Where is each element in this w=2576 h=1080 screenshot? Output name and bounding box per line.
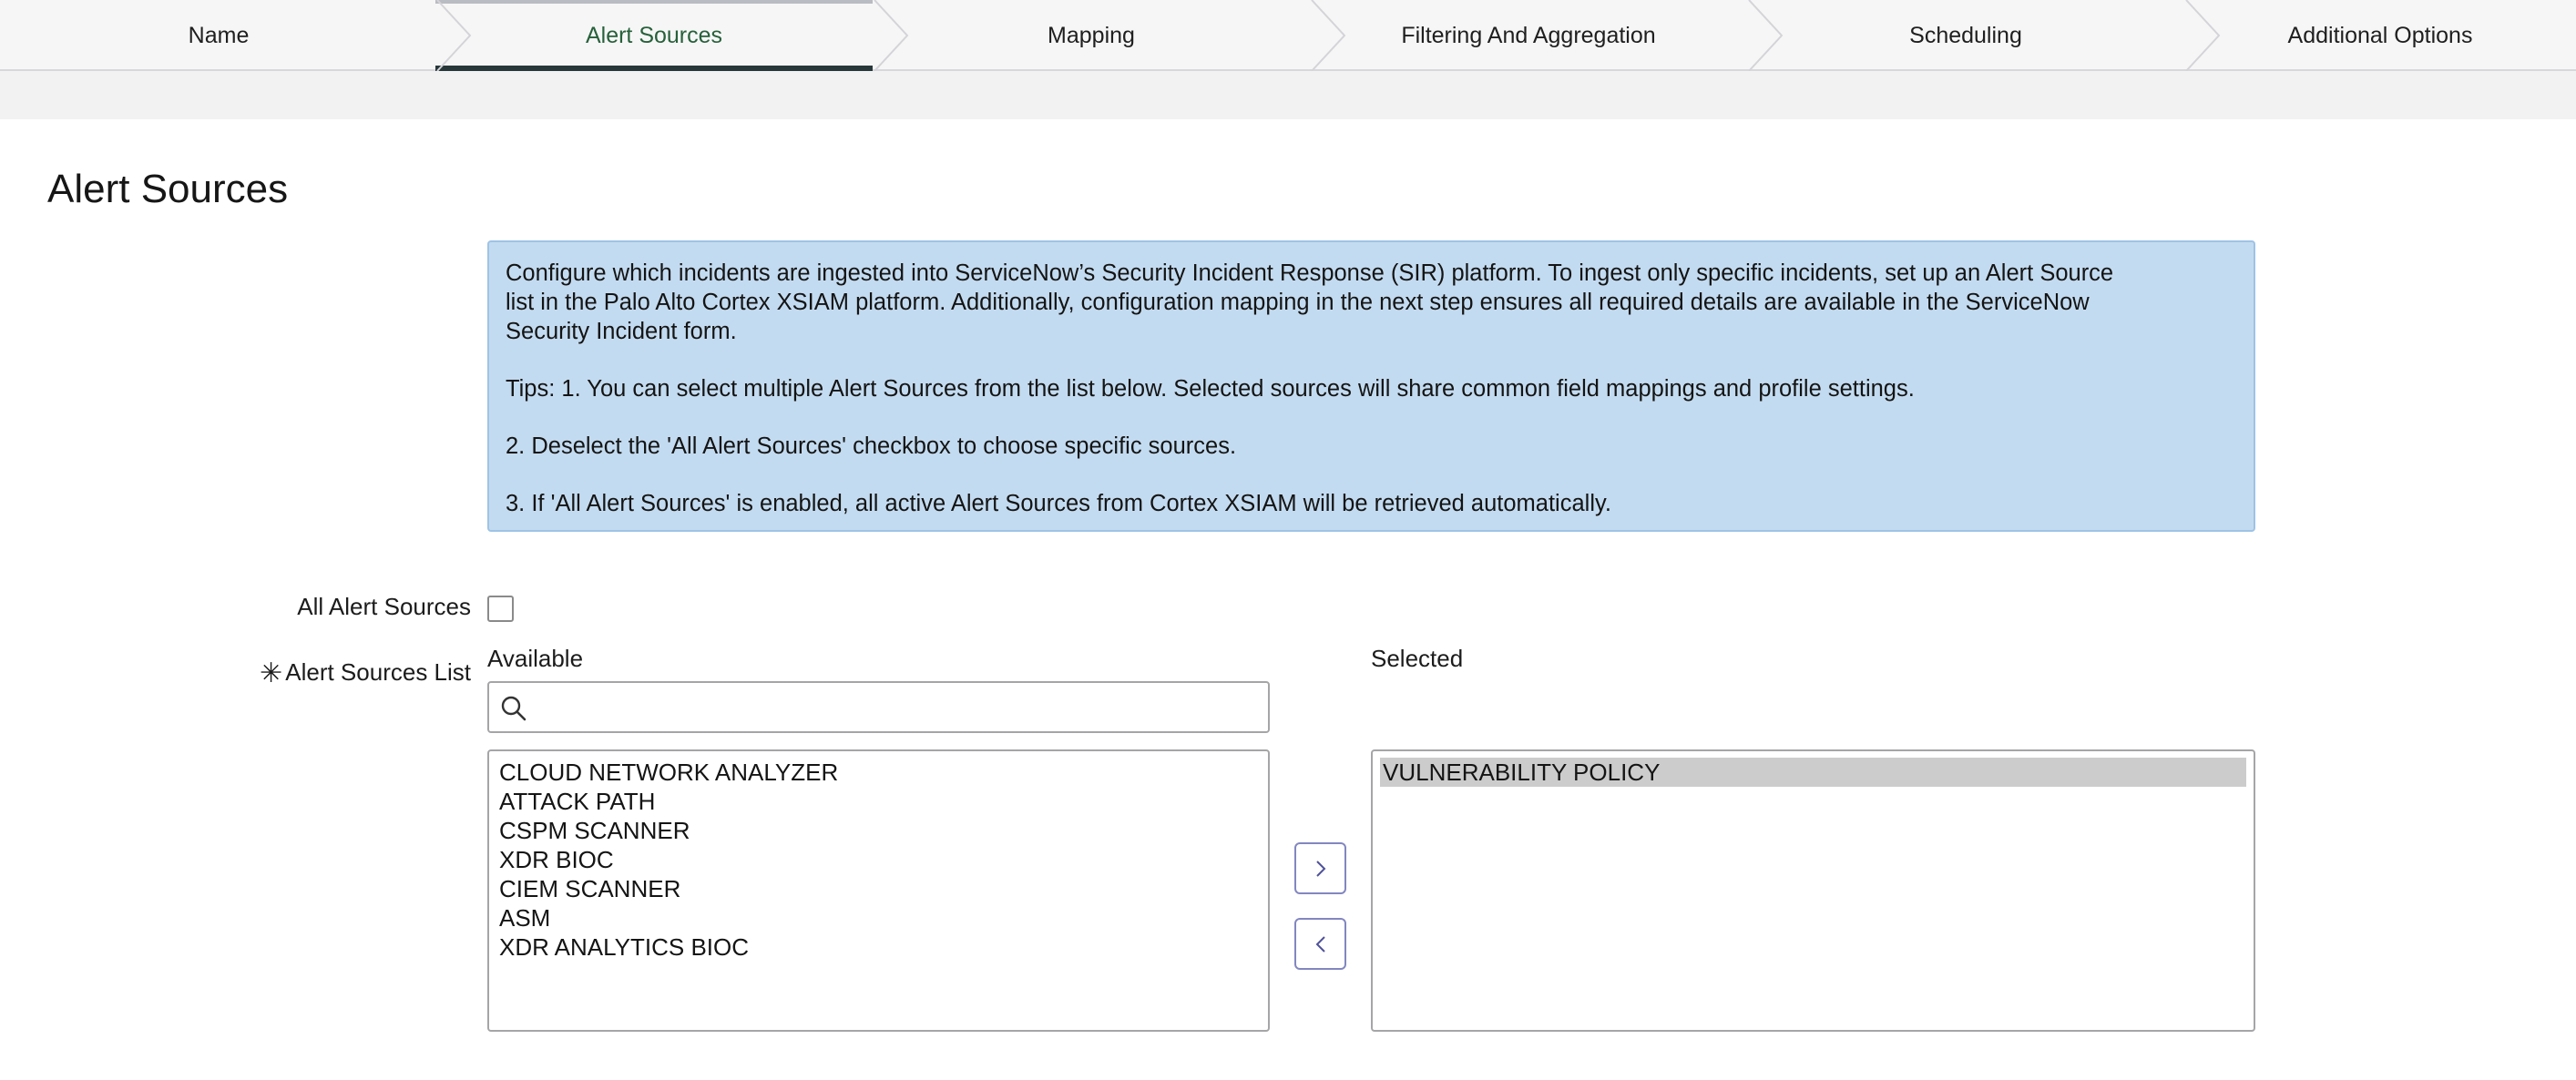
available-list-item[interactable]: CIEM SCANNER [496,874,1261,903]
step-label: Filtering And Aggregation [1401,22,1656,48]
available-list-item[interactable]: XDR BIOC [496,845,1261,874]
available-list-item[interactable]: XDR ANALYTICS BIOC [496,932,1261,962]
required-asterisk-icon: ✳ [260,658,283,688]
chevron-left-icon [1315,935,1325,953]
step-filtering-and-aggregation[interactable]: Filtering And Aggregation [1310,0,1747,71]
step-separator-chevron [1311,0,1346,72]
available-list-item[interactable]: ASM [496,903,1261,932]
info-paragraph: Tips: 1. You can select multiple Alert S… [506,376,1915,402]
step-label: Additional Options [2287,22,2473,48]
info-paragraph: 3. If 'All Alert Sources' is enabled, al… [506,491,1611,516]
available-list-item[interactable]: CLOUD NETWORK ANALYZER [496,758,1261,787]
step-scheduling[interactable]: Scheduling [1747,0,2184,71]
alert-sources-list-label: Alert Sources List [285,658,471,686]
step-additional-options[interactable]: Additional Options [2184,0,2576,71]
header-spacer-band [0,71,2576,119]
all-alert-sources-checkbox[interactable] [487,596,514,622]
remove-from-selected-button[interactable] [1294,918,1346,970]
chevron-right-icon [1315,860,1325,877]
step-separator-chevron [436,0,472,72]
selected-listbox[interactable]: VULNERABILITY POLICY [1371,749,2255,1032]
search-icon [501,696,526,721]
available-listbox[interactable]: CLOUD NETWORK ANALYZER ATTACK PATH CSPM … [487,749,1270,1032]
step-alert-sources[interactable]: Alert Sources [435,0,873,73]
step-name[interactable]: Name [0,0,437,71]
info-paragraph: Configure which incidents are ingested i… [506,260,2114,344]
available-list-item[interactable]: ATTACK PATH [496,787,1261,816]
available-heading: Available [487,645,584,672]
all-alert-sources-label: All Alert Sources [297,593,471,620]
info-paragraph: 2. Deselect the 'All Alert Sources' chec… [506,433,1237,459]
wizard-step-bar: Name Alert Sources Mapping Filtering And… [0,0,2576,73]
step-label: Alert Sources [585,22,723,48]
available-list-item[interactable]: CSPM SCANNER [496,816,1261,845]
selected-heading: Selected [1371,645,1464,672]
info-message-box: Configure which incidents are ingested i… [487,240,2255,532]
add-to-selected-button[interactable] [1294,842,1346,894]
step-mapping[interactable]: Mapping [873,0,1310,71]
available-search-box [487,681,1270,733]
available-search-input[interactable] [537,688,1256,727]
selected-list-item[interactable]: VULNERABILITY POLICY [1380,758,2246,787]
step-separator-chevron [2185,0,2221,72]
step-label: Mapping [1048,22,1135,48]
page-title: Alert Sources [47,167,289,211]
step-label: Scheduling [1909,22,2022,48]
step-separator-chevron [1748,0,1784,72]
step-separator-chevron [874,0,909,72]
step-label: Name [188,22,250,48]
